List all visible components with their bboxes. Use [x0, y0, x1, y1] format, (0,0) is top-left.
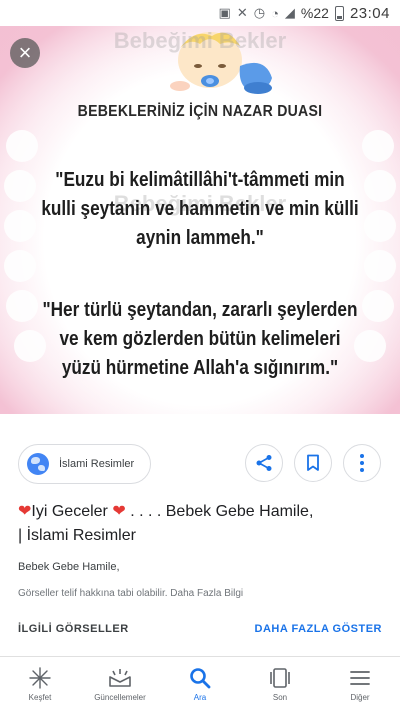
- result-title-part2: . . . . Bebek Gebe Hamile,: [130, 503, 314, 520]
- related-images-label: İLGİLİ GÖRSELLER: [18, 623, 129, 635]
- source-label: İslami Resimler: [59, 458, 135, 470]
- watermark: Bebeğimi Bekler: [113, 28, 287, 53]
- close-icon: ×: [18, 40, 32, 65]
- bookmark-icon: [307, 454, 319, 471]
- search-icon: [190, 668, 211, 689]
- copyright-note: Görseller telif hakkına tabi olabilir. D…: [18, 588, 244, 599]
- recent-tabs-icon: [270, 668, 290, 688]
- status-bar: ▣ ✕ ◷ ◔ ◢ %22 23:04: [0, 0, 400, 26]
- wifi-icon: ◔: [271, 5, 279, 21]
- nav-label-more: Diğer: [350, 693, 370, 702]
- globe-icon: [27, 453, 49, 475]
- nav-label-updates: Güncellemeler: [94, 693, 146, 702]
- nav-label-discover: Keşfet: [28, 693, 52, 702]
- share-icon: [256, 455, 272, 471]
- more-options-button[interactable]: [343, 444, 381, 482]
- nav-item-updates[interactable]: Güncellemeler: [80, 657, 160, 711]
- related-images-header: İLGİLİ GÖRSELLER DAHA FAZLA GÖSTER: [0, 620, 400, 640]
- heart-icon: ❤: [18, 503, 32, 520]
- nav-label-recent: Son: [272, 693, 288, 702]
- result-title[interactable]: ❤Iyi Geceler ❤ . . . . Bebek Gebe Hamile…: [18, 500, 388, 548]
- mute-icon: ✕: [236, 5, 248, 20]
- prayer-text-1: "Euzu bi kelimâtillâhi't-tâmmeti min kul…: [41, 169, 359, 249]
- result-site: Bebek Gebe Hamile,: [18, 561, 120, 573]
- source-row: İslami Resimler: [0, 440, 400, 490]
- result-title-part1: Iyi Geceler: [31, 503, 108, 520]
- image-preview[interactable]: Bebeğimi Bekler Bebeğimi Bekler × BEBEKL…: [0, 26, 400, 414]
- close-button[interactable]: ×: [10, 38, 40, 68]
- image-notification-icon: ▣: [218, 5, 231, 20]
- nav-item-recent[interactable]: Son: [240, 657, 320, 711]
- battery-percent: %22: [300, 5, 329, 21]
- image-title: BEBEKLERİNİZ İÇİN NAZAR DUASI: [77, 103, 323, 120]
- bookmark-button[interactable]: [294, 444, 332, 482]
- bottom-nav: Keşfet Güncellemeler Ara Son Diğer: [0, 656, 400, 711]
- menu-icon: [350, 671, 370, 685]
- alarm-icon: ◷: [253, 5, 266, 20]
- updates-icon: [109, 669, 131, 687]
- result-title-line2: | İslami Resimler: [18, 527, 136, 544]
- share-button[interactable]: [245, 444, 283, 482]
- heart-icon: ❤: [112, 503, 126, 520]
- show-more-link[interactable]: DAHA FAZLA GÖSTER: [255, 623, 382, 635]
- signal-icon: ◢: [284, 5, 295, 20]
- clock: 23:04: [349, 4, 390, 22]
- asterisk-icon: [29, 667, 51, 689]
- more-vert-icon: [360, 454, 364, 472]
- source-chip[interactable]: İslami Resimler: [18, 444, 152, 484]
- nav-item-more[interactable]: Diğer: [320, 657, 400, 711]
- nav-label-search: Ara: [193, 693, 207, 702]
- nav-item-discover[interactable]: Keşfet: [0, 657, 80, 711]
- prayer-text-2: "Her türlü şeytandan, zararlı şeylerden …: [42, 299, 358, 379]
- nav-item-search[interactable]: Ara: [160, 657, 240, 711]
- battery-icon: [334, 5, 344, 21]
